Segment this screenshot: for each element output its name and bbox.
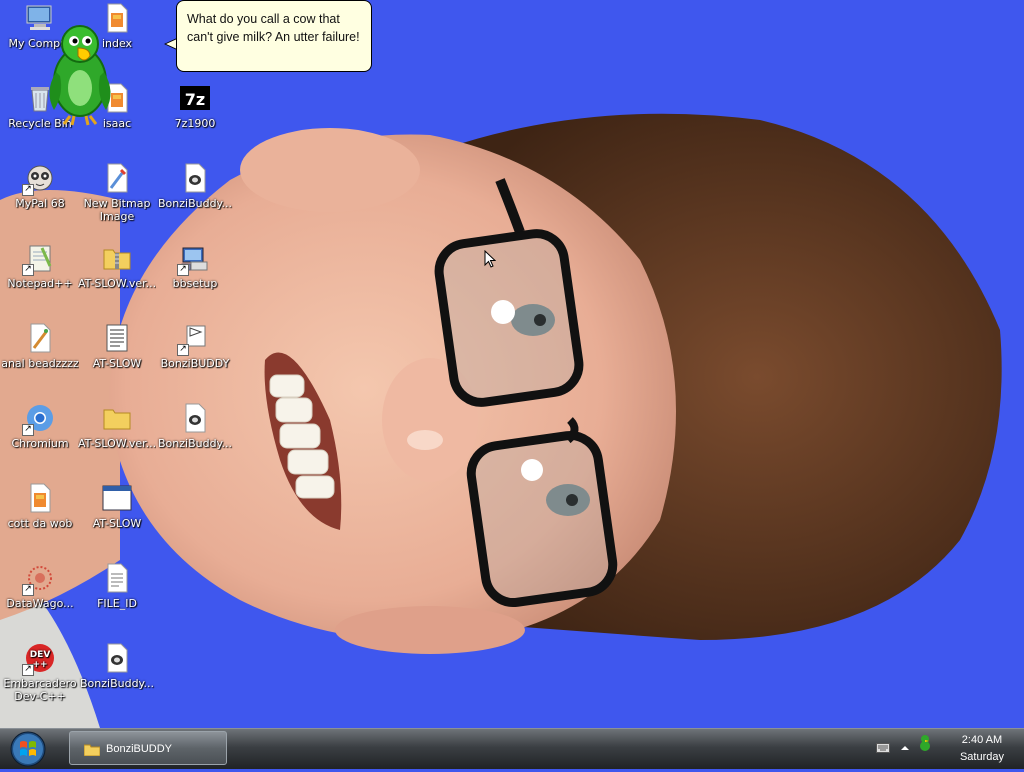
desktop-icon[interactable]: New Bitmap Image <box>78 162 156 223</box>
setup-icon: ↗ <box>177 242 211 276</box>
desktop-icon[interactable]: cott da wob <box>1 482 79 530</box>
taskbar: BonziBUDDY 2:40 AM Saturday <box>0 728 1024 769</box>
desktop-icon[interactable]: AT-SLOW.ver... <box>78 402 156 450</box>
desktop-icon-label: Notepad++ <box>7 277 73 290</box>
keyboard-icon[interactable] <box>876 743 890 753</box>
desktop-icon[interactable]: AT-SLOW <box>78 322 156 370</box>
start-button[interactable] <box>8 730 48 768</box>
svg-text:++: ++ <box>32 660 47 670</box>
shortcut-arrow-icon: ↗ <box>177 344 189 356</box>
desktop-icon-label: New Bitmap <box>83 197 151 210</box>
parrot-assistant-icon[interactable] <box>44 22 116 128</box>
desktop-icon-label: 7z1900 <box>174 117 216 130</box>
chromium-icon: ↗ <box>22 402 56 436</box>
desktop-icon-label: AT-SLOW.ver... <box>78 437 156 450</box>
desktop-icon-label: MyPal 68 <box>15 197 65 210</box>
desktop-icon-label: BonziBuddy... <box>80 677 154 690</box>
shortcut-arrow-icon: ↗ <box>22 664 34 676</box>
desktop-icon-label: BonziBuddy... <box>158 437 232 450</box>
desktop-icon-label: Chromium <box>11 437 69 450</box>
window-app-icon <box>101 482 133 514</box>
desktop-icon[interactable]: BonziBuddy... <box>156 162 234 210</box>
datawagon-icon: ↗ <box>22 562 56 596</box>
paint-file-icon <box>24 322 56 354</box>
folder-icon <box>84 744 100 756</box>
desktop-icon[interactable]: anal beadzzzz <box>1 322 79 370</box>
desktop-icon[interactable]: ↗ MyPal 68 <box>1 162 79 210</box>
clock-time: 2:40 AM <box>961 734 1003 746</box>
text-file-icon <box>101 562 133 594</box>
notepadpp-icon: ↗ <box>22 242 56 276</box>
desktop-icon-label: anal beadzzzz <box>1 357 79 370</box>
taskbar-button-label: BonziBUDDY <box>106 743 173 755</box>
desktop-icon-label: AT-SLOW <box>92 517 142 530</box>
taskbar-button-bonzibuddy[interactable]: BonziBUDDY <box>69 731 227 765</box>
shortcut-arrow-icon: ↗ <box>22 264 34 276</box>
windows-logo-icon <box>10 731 46 767</box>
speech-balloon[interactable]: What do you call a cow that can't give m… <box>176 0 372 72</box>
mypal-browser-icon: ↗ <box>22 162 56 196</box>
desktop-icon[interactable]: ↗ bbsetup <box>156 242 234 290</box>
desktop-icon[interactable]: ↗ Notepad++ <box>1 242 79 290</box>
desktop-icon[interactable]: FILE_ID <box>78 562 156 610</box>
speech-balloon-text: What do you call a cow that can't give m… <box>187 12 360 44</box>
desktop-icon-label-line2: Dev-C++ <box>14 690 66 703</box>
folder-icon <box>101 402 133 434</box>
desktop-icon-label: bbsetup <box>172 277 218 290</box>
svg-text:7z: 7z <box>185 90 205 109</box>
svg-text:DEV: DEV <box>30 650 51 660</box>
desktop-icon-label: cott da wob <box>7 517 73 530</box>
desktop-icon[interactable]: DEV ++ ↗ Embarcadero Dev-C++ <box>1 642 79 703</box>
mouse-cursor-icon <box>484 250 496 268</box>
7zip-icon: 7z <box>179 82 211 114</box>
bonzi-file-icon <box>179 402 211 434</box>
html-file-icon <box>24 482 56 514</box>
shortcut-arrow-icon: ↗ <box>22 584 34 596</box>
taskbar-clock[interactable]: 2:40 AM Saturday <box>960 732 1004 766</box>
show-hidden-icons-chevron-up-icon[interactable] <box>900 744 910 752</box>
desktop-icon-label: BonziBuddy... <box>158 197 232 210</box>
desktop-icon-label: Embarcadero <box>3 677 77 690</box>
zip-folder-icon <box>101 242 133 274</box>
bonzi-file-icon <box>179 162 211 194</box>
bonzi-tray-icon[interactable] <box>916 733 934 751</box>
shortcut-arrow-icon: ↗ <box>22 424 34 436</box>
desktop-icon-label: DataWago... <box>6 597 74 610</box>
bonzi-file-icon <box>101 642 133 674</box>
desktop-icon[interactable]: ↗ BonziBUDDY <box>156 322 234 370</box>
desktop-icon[interactable]: ↗ Chromium <box>1 402 79 450</box>
bitmap-file-icon <box>101 162 133 194</box>
shortcut-arrow-icon: ↗ <box>177 264 189 276</box>
desktop-icon[interactable]: ↗ DataWago... <box>1 562 79 610</box>
shortcut-arrow-icon: ↗ <box>22 184 34 196</box>
folder-shortcut-icon: ↗ <box>177 322 211 356</box>
devcpp-icon: DEV ++ ↗ <box>22 642 56 676</box>
desktop-icon[interactable]: AT-SLOW <box>78 482 156 530</box>
desktop-icon[interactable]: 7z 7z1900 <box>156 82 234 130</box>
clock-day: Saturday <box>959 751 1004 763</box>
desktop-icon-label: AT-SLOW.ver... <box>78 277 156 290</box>
text-document-icon <box>101 322 133 354</box>
desktop-icon-label: BonziBUDDY <box>160 357 230 370</box>
desktop-icon[interactable]: BonziBuddy... <box>156 402 234 450</box>
desktop-icon-label: AT-SLOW <box>92 357 142 370</box>
desktop-icon-label: FILE_ID <box>97 597 137 610</box>
system-tray: 2:40 AM Saturday <box>874 729 1024 769</box>
desktop-icon[interactable]: BonziBuddy... <box>78 642 156 690</box>
desktop-icon-label-line2: Image <box>99 210 135 223</box>
desktop-icon[interactable]: AT-SLOW.ver... <box>78 242 156 290</box>
